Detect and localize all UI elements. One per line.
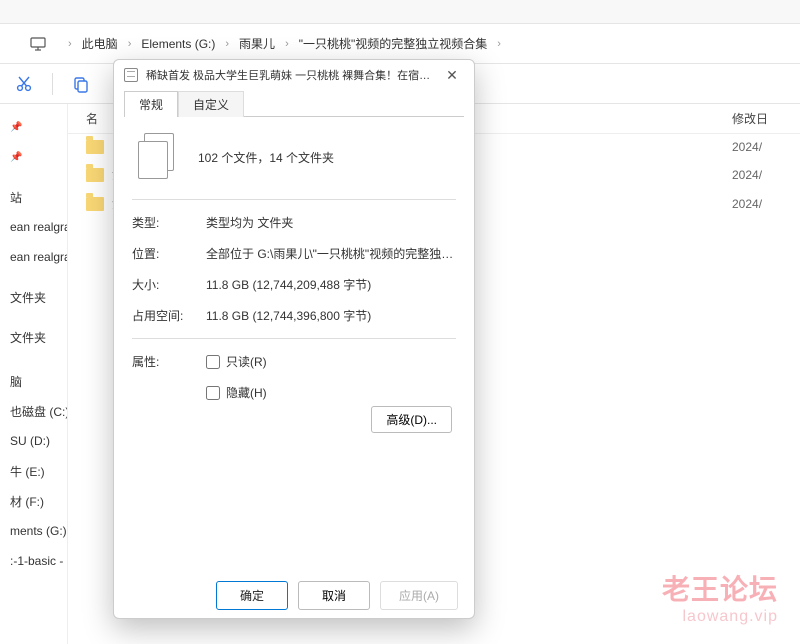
pin-icon: 📌 (10, 122, 22, 133)
prop-size-value: 11.8 GB (12,744,209,488 字节) (206, 276, 456, 293)
dialog-title: 稀缺首发 极品大学生巨乳萌妹 一只桃桃 裸舞合集！在宿室当着同... (146, 67, 432, 83)
chevron-right-icon: › (126, 38, 134, 50)
sidebar-item[interactable]: SU (D:) (0, 426, 67, 456)
sidebar-item[interactable]: 脑 (0, 366, 67, 396)
multi-document-icon (138, 133, 178, 181)
file-date: 2024/ (732, 140, 782, 154)
sidebar-item[interactable]: :-1-basic - (0, 546, 67, 576)
prop-type-value: 类型均为 文件夹 (206, 214, 456, 231)
chevron-right-icon: › (283, 38, 291, 50)
chevron-right-icon: › (223, 38, 231, 50)
ok-button[interactable]: 确定 (216, 581, 288, 610)
cancel-button[interactable]: 取消 (298, 581, 370, 610)
tab-general[interactable]: 常规 (124, 91, 178, 117)
dialog-footer: 确定 取消 应用(A) (114, 572, 474, 618)
document-icon (124, 68, 138, 82)
advanced-button[interactable]: 高级(D)... (371, 406, 452, 433)
hidden-label: 隐藏(H) (226, 384, 267, 401)
sidebar-item[interactable]: 材 (F:) (0, 486, 67, 516)
dialog-body: 102 个文件，14 个文件夹 类型: 类型均为 文件夹 位置: 全部位于 G:… (114, 117, 474, 572)
toolbar-divider (52, 73, 53, 95)
folder-icon (86, 140, 104, 154)
sidebar-pin-row[interactable]: 📌 (0, 142, 67, 172)
sidebar-item[interactable]: ean realgra (0, 212, 67, 242)
dialog-titlebar: 稀缺首发 极品大学生巨乳萌妹 一只桃桃 裸舞合集！在宿室当着同... ✕ (114, 60, 474, 90)
breadcrumb-item[interactable]: Elements (G:) (137, 35, 219, 53)
copy-icon[interactable] (67, 70, 95, 98)
prop-disk-value: 11.8 GB (12,744,396,800 字节) (206, 307, 456, 324)
sidebar-item[interactable]: ments (G:) (0, 516, 67, 546)
tab-custom[interactable]: 自定义 (178, 91, 244, 117)
nav-sidebar: 📌 📌 站 ean realgra ean realgra 文件夹 文件夹 脑 … (0, 104, 68, 644)
sidebar-item[interactable]: 文件夹 (0, 322, 67, 352)
cut-icon[interactable] (10, 70, 38, 98)
pin-icon: 📌 (10, 152, 22, 163)
column-date-header[interactable]: 修改日 (732, 110, 782, 127)
dialog-tabs: 常规 自定义 (114, 90, 474, 116)
breadcrumb-bar: › 此电脑 › Elements (G:) › 雨果儿 › "一只桃桃"视频的完… (0, 24, 800, 64)
prop-type-label: 类型: (132, 214, 206, 231)
sidebar-item[interactable]: 文件夹 (0, 282, 67, 312)
prop-disk-label: 占用空间: (132, 307, 206, 324)
prop-location-value: 全部位于 G:\雨果儿\"一只桃桃"视频的完整独立视频合 (206, 245, 456, 262)
sidebar-item[interactable]: ean realgra (0, 242, 67, 272)
breadcrumb-item[interactable]: 此电脑 (78, 33, 122, 54)
breadcrumb-item[interactable]: 雨果儿 (235, 33, 279, 54)
summary-text: 102 个文件，14 个文件夹 (198, 149, 334, 166)
sidebar-item[interactable]: 站 (0, 182, 67, 212)
file-date: 2024/ (732, 168, 782, 182)
chevron-right-icon: › (495, 38, 503, 50)
folder-icon (86, 168, 104, 182)
apply-button[interactable]: 应用(A) (380, 581, 458, 610)
prop-location-label: 位置: (132, 245, 206, 262)
close-button[interactable]: ✕ (440, 63, 464, 87)
sidebar-pin-row[interactable]: 📌 (0, 112, 67, 142)
prop-attr-label: 属性: (132, 353, 206, 415)
sidebar-item[interactable]: 也磁盘 (C:) (0, 396, 67, 426)
file-date: 2024/ (732, 197, 782, 211)
chevron-right-icon: › (66, 38, 74, 50)
sidebar-item[interactable]: 牛 (E:) (0, 456, 67, 486)
folder-icon (86, 197, 104, 211)
window-titlebar (0, 0, 800, 24)
readonly-label: 只读(R) (226, 353, 267, 370)
prop-size-label: 大小: (132, 276, 206, 293)
monitor-icon (30, 37, 46, 51)
properties-dialog: 稀缺首发 极品大学生巨乳萌妹 一只桃桃 裸舞合集！在宿室当着同... ✕ 常规 … (113, 59, 475, 619)
breadcrumb-item[interactable]: "一只桃桃"视频的完整独立视频合集 (295, 33, 492, 54)
readonly-checkbox[interactable] (206, 355, 220, 369)
hidden-checkbox[interactable] (206, 386, 220, 400)
